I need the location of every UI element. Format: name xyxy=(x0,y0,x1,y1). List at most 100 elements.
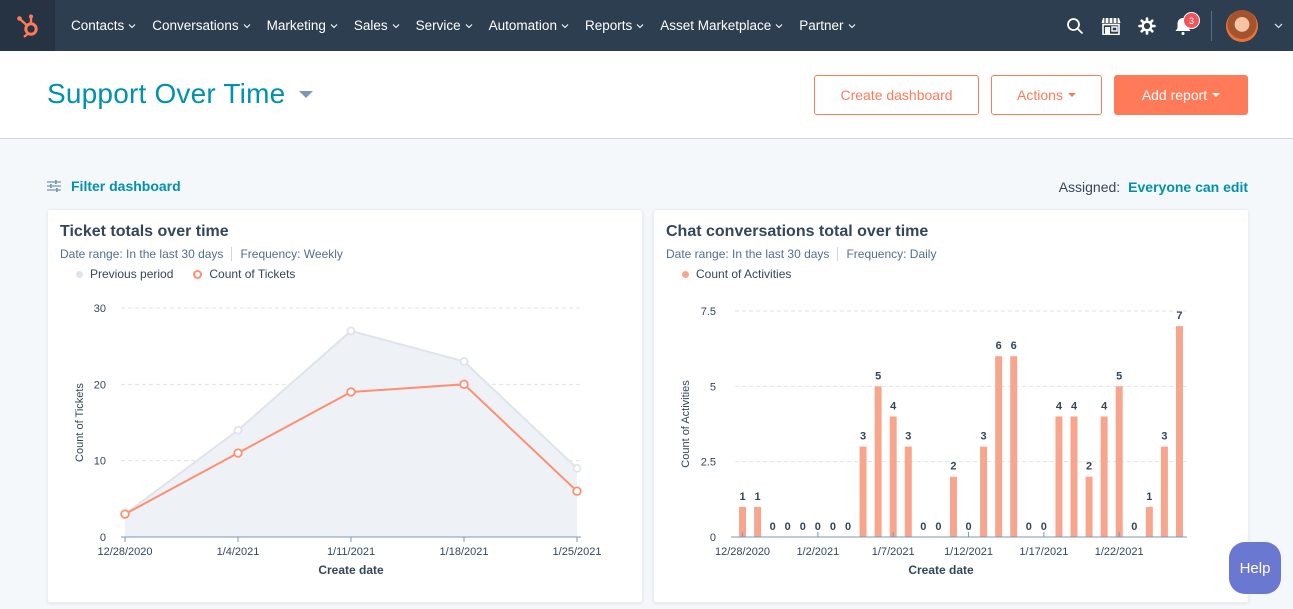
chevron-down-icon xyxy=(330,23,338,28)
bar xyxy=(1070,416,1078,537)
nav-item-label: Contacts xyxy=(71,18,125,33)
bar-data-label: 5 xyxy=(875,370,881,382)
nav-item-label: Service xyxy=(415,18,461,33)
chevron-down-icon xyxy=(636,23,644,28)
notifications-button[interactable]: 3 xyxy=(1165,0,1201,51)
settings-button[interactable] xyxy=(1129,0,1165,51)
hubspot-sprocket-icon xyxy=(16,14,38,38)
hubspot-logo[interactable] xyxy=(0,0,55,51)
bar-data-label: 3 xyxy=(981,431,987,443)
bar-data-label: 0 xyxy=(800,521,806,533)
bar xyxy=(1010,356,1018,537)
nav-divider xyxy=(1211,10,1212,41)
x-tick-label: 1/7/2021 xyxy=(872,546,915,558)
bar-data-label: 2 xyxy=(950,461,956,473)
assigned-value-link[interactable]: Everyone can edit xyxy=(1128,179,1248,195)
nav-item-partner[interactable]: Partner xyxy=(791,18,863,33)
previous-period-point xyxy=(459,357,469,366)
help-label: Help xyxy=(1239,559,1271,577)
x-tick-label: 1/11/2021 xyxy=(327,546,375,558)
nav-item-sales[interactable]: Sales xyxy=(346,18,408,33)
bar-data-label: 2 xyxy=(1086,461,1092,473)
x-tick-label: 1/18/2021 xyxy=(440,546,489,558)
add-report-button[interactable]: Add report xyxy=(1114,75,1248,115)
filter-dashboard-button[interactable]: Filter dashboard xyxy=(47,178,181,194)
bar-data-label: 0 xyxy=(1131,521,1137,533)
bar-chart: 02.557.51 10 0 0 0 0 035430 02036 60 04 4245013712… xyxy=(680,306,1187,577)
count-of-tickets-point xyxy=(346,387,356,397)
bar xyxy=(1055,416,1063,537)
create-dashboard-label: Create dashboard xyxy=(840,87,953,103)
bar-data-label: 0 xyxy=(1041,521,1047,533)
bar-data-label: 4 xyxy=(1071,400,1078,412)
x-axis-title: Create date xyxy=(318,563,384,577)
bar xyxy=(1100,416,1108,537)
y-tick-label: 30 xyxy=(94,303,106,315)
actions-label: Actions xyxy=(1017,87,1063,103)
marketplace-button[interactable] xyxy=(1093,0,1129,51)
bar-data-label: 0 xyxy=(770,521,776,533)
bar-data-label: 0 xyxy=(845,521,851,533)
bar-data-label: 1 xyxy=(755,491,761,503)
bar-data-label: 6 xyxy=(996,340,1002,352)
help-button[interactable]: Help xyxy=(1229,542,1281,594)
bar-data-label: 1 xyxy=(739,491,745,503)
bar xyxy=(1160,446,1168,537)
top-nav: Contacts Conversations Marketing Sales Servi… xyxy=(0,0,1293,51)
add-report-label: Add report xyxy=(1141,87,1208,103)
y-tick-label: 5 xyxy=(710,381,716,393)
page-title: Support Over Time xyxy=(47,78,286,109)
bar xyxy=(889,416,897,537)
x-tick-label: 12/28/2020 xyxy=(97,546,152,558)
bar xyxy=(754,506,762,537)
bar xyxy=(1085,476,1093,537)
dashboard-title-dropdown[interactable]: Support Over Time xyxy=(47,78,314,110)
nav-item-service[interactable]: Service xyxy=(408,18,481,33)
create-dashboard-button[interactable]: Create dashboard xyxy=(814,75,979,115)
chevron-down-icon xyxy=(243,23,250,28)
chevron-down-icon xyxy=(465,23,473,28)
bar-data-label: 0 xyxy=(830,521,836,533)
report-card-ticket-totals[interactable]: Ticket totals over time Date range: In t… xyxy=(47,209,643,603)
bar xyxy=(1115,386,1123,537)
chevron-down-icon xyxy=(392,23,400,28)
chevron-down-icon xyxy=(128,23,136,28)
count-of-tickets-point xyxy=(120,509,130,519)
actions-button[interactable]: Actions xyxy=(991,75,1102,115)
nav-item-marketing[interactable]: Marketing xyxy=(259,18,346,33)
y-axis-title: Count of Tickets xyxy=(74,383,86,462)
bar-data-label: 0 xyxy=(815,521,821,533)
nav-item-automation[interactable]: Automation xyxy=(481,18,577,33)
previous-period-point xyxy=(346,326,356,336)
bar-data-label: 1 xyxy=(1146,491,1152,503)
chevron-down-icon[interactable] xyxy=(1274,23,1283,29)
bar xyxy=(859,446,867,537)
caret-down-icon xyxy=(1212,93,1221,97)
filter-sliders-icon xyxy=(47,180,61,192)
search-button[interactable] xyxy=(1057,0,1093,51)
y-tick-label: 2.5 xyxy=(701,457,716,469)
bar-data-label: 4 xyxy=(1101,400,1108,412)
nav-item-reports[interactable]: Reports xyxy=(577,18,652,33)
nav-item-label: Automation xyxy=(488,18,557,33)
search-icon xyxy=(1067,17,1084,34)
report-card-chat-conversations[interactable]: Chat conversations total over time Date … xyxy=(653,209,1249,603)
bar-data-label: 5 xyxy=(1116,370,1122,382)
bar-data-label: 0 xyxy=(935,521,941,533)
user-avatar[interactable] xyxy=(1226,9,1258,42)
x-tick-label: 1/25/2021 xyxy=(553,546,602,558)
notification-badge: 3 xyxy=(1183,12,1200,29)
bar-data-label: 0 xyxy=(965,521,971,533)
dashboard-header: Support Over Time Create dashboard Actio… xyxy=(0,51,1293,139)
nav-item-label: Asset Marketplace xyxy=(660,18,772,33)
filter-dashboard-label: Filter dashboard xyxy=(71,178,181,194)
assigned-label: Assigned: xyxy=(1058,179,1121,195)
nav-item-label: Sales xyxy=(353,18,388,33)
nav-item-label: Partner xyxy=(799,18,844,33)
nav-item-label: Conversations xyxy=(152,18,239,33)
nav-item-asset-marketplace[interactable]: Asset Marketplace xyxy=(652,18,791,33)
nav-item-conversations[interactable]: Conversations xyxy=(144,18,258,33)
nav-item-contacts[interactable]: Contacts xyxy=(63,18,144,33)
assigned-info: Assigned: Everyone can edit xyxy=(1059,179,1248,195)
x-axis-title: Create date xyxy=(908,563,974,577)
